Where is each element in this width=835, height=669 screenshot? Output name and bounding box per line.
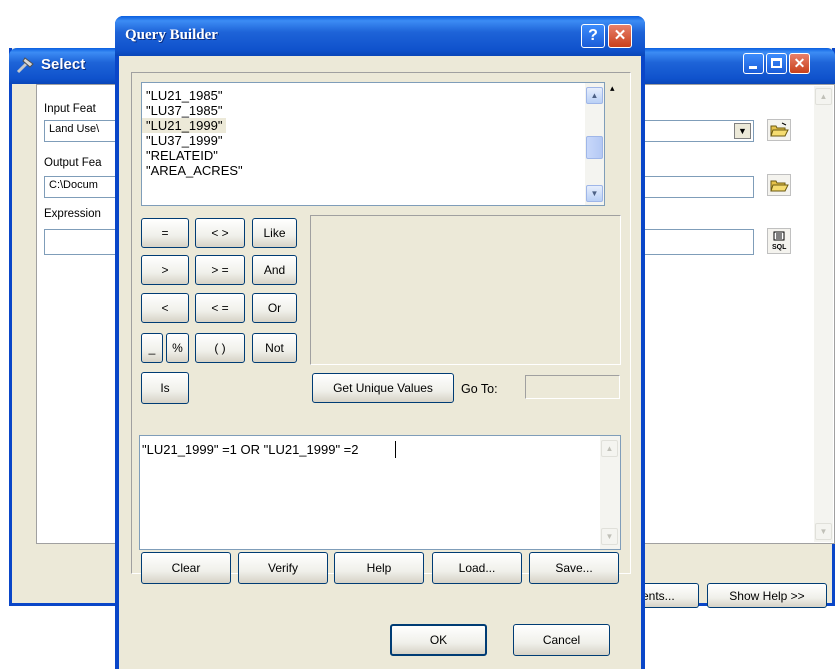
field-item[interactable]: "LU37_1999" xyxy=(142,133,604,148)
fields-scroll-up[interactable]: ▲ xyxy=(586,87,603,104)
expression-scroll-down[interactable]: ▼ xyxy=(601,528,618,545)
is-button[interactable]: Is xyxy=(141,372,189,404)
and-button[interactable]: And xyxy=(252,255,297,285)
field-item[interactable]: "LU37_1985" xyxy=(142,103,604,118)
help-button[interactable]: ? xyxy=(581,24,605,48)
percent-button[interactable]: % xyxy=(166,333,189,363)
cancel-button[interactable]: Cancel xyxy=(513,624,610,656)
equals-button[interactable]: = xyxy=(141,218,189,248)
underscore-button[interactable]: _ xyxy=(141,333,163,363)
output-feature-field-right[interactable] xyxy=(644,176,754,198)
query-builder-titlebar: Query Builder ? ✕ xyxy=(115,16,645,56)
save-button[interactable]: Save... xyxy=(529,552,619,584)
fields-scroll-thumb[interactable] xyxy=(586,136,603,159)
help-action-button[interactable]: Help xyxy=(334,552,424,584)
greater-than-button[interactable]: > xyxy=(141,255,189,285)
dropdown-button[interactable]: ▼ xyxy=(734,123,751,139)
show-help-label: Show Help >> xyxy=(729,588,805,603)
select-scrollbar[interactable] xyxy=(814,86,833,542)
get-unique-values-button[interactable]: Get Unique Values xyxy=(312,373,454,403)
go-to-label: Go To: xyxy=(461,382,498,396)
hammer-icon xyxy=(15,54,37,76)
query-builder-title: Query Builder xyxy=(125,27,218,43)
select-scroll-up[interactable]: ▲ xyxy=(815,88,832,105)
not-button[interactable]: Not xyxy=(252,333,297,363)
select-window-title: Select xyxy=(41,56,86,73)
maximize-icon xyxy=(771,58,782,68)
less-than-button[interactable]: < xyxy=(141,293,189,323)
show-help-button[interactable]: Show Help >> xyxy=(707,583,827,608)
greater-equal-button[interactable]: > = xyxy=(195,255,245,285)
text-cursor xyxy=(395,441,396,458)
select-close-button[interactable]: ✕ xyxy=(789,53,810,74)
input-features-combobox[interactable]: ▼ xyxy=(644,120,754,142)
unique-values-list[interactable] xyxy=(310,215,621,365)
open-folder-icon-2[interactable] xyxy=(767,174,791,196)
environments-label: ents... xyxy=(642,588,675,603)
load-button[interactable]: Load... xyxy=(432,552,522,584)
input-features-field[interactable]: Land Use\ xyxy=(44,120,118,142)
not-equal-button[interactable]: < > xyxy=(195,218,245,248)
open-folder-icon[interactable] xyxy=(767,119,791,141)
input-features-label: Input Feat xyxy=(44,103,96,115)
environments-button[interactable]: ents... xyxy=(640,583,699,608)
output-feature-field[interactable]: C:\Docum xyxy=(44,176,118,198)
fields-list[interactable]: "LU21_1985" "LU37_1985" "LU21_1999" "LU3… xyxy=(141,82,605,206)
svg-text:SQL: SQL xyxy=(772,244,787,251)
query-close-button[interactable]: ✕ xyxy=(608,24,632,48)
field-item-selected[interactable]: "LU21_1999" xyxy=(142,118,227,133)
expression-text: "LU21_1999" =1 OR "LU21_1999" =2 xyxy=(142,442,359,457)
or-button[interactable]: Or xyxy=(252,293,297,323)
field-item[interactable]: "RELATEID" xyxy=(142,148,604,163)
ok-button[interactable]: OK xyxy=(390,624,487,656)
sql-icon[interactable]: SQL xyxy=(767,228,791,254)
expression-textarea[interactable]: "LU21_1999" =1 OR "LU21_1999" =2 xyxy=(139,435,621,550)
expression-field[interactable] xyxy=(44,229,118,255)
clear-button[interactable]: Clear xyxy=(141,552,231,584)
maximize-button[interactable] xyxy=(766,53,787,74)
resize-grip-icon[interactable]: ▴ xyxy=(610,84,618,93)
minimize-button[interactable] xyxy=(743,53,764,74)
parentheses-button[interactable]: ( ) xyxy=(195,333,245,363)
select-scroll-down[interactable]: ▼ xyxy=(815,523,832,540)
fields-scroll-down[interactable]: ▼ xyxy=(586,185,603,202)
verify-button[interactable]: Verify xyxy=(238,552,328,584)
less-equal-button[interactable]: < = xyxy=(195,293,245,323)
minimize-icon xyxy=(749,66,757,69)
output-feature-label: Output Fea xyxy=(44,157,102,169)
field-item[interactable]: "AREA_ACRES" xyxy=(142,163,604,178)
field-item[interactable]: "LU21_1985" xyxy=(142,88,604,103)
go-to-field[interactable] xyxy=(525,375,620,399)
like-button[interactable]: Like xyxy=(252,218,297,248)
expression-scroll-up[interactable]: ▲ xyxy=(601,440,618,457)
expression-label: Expression xyxy=(44,208,101,220)
expression-field-right[interactable] xyxy=(644,229,754,255)
